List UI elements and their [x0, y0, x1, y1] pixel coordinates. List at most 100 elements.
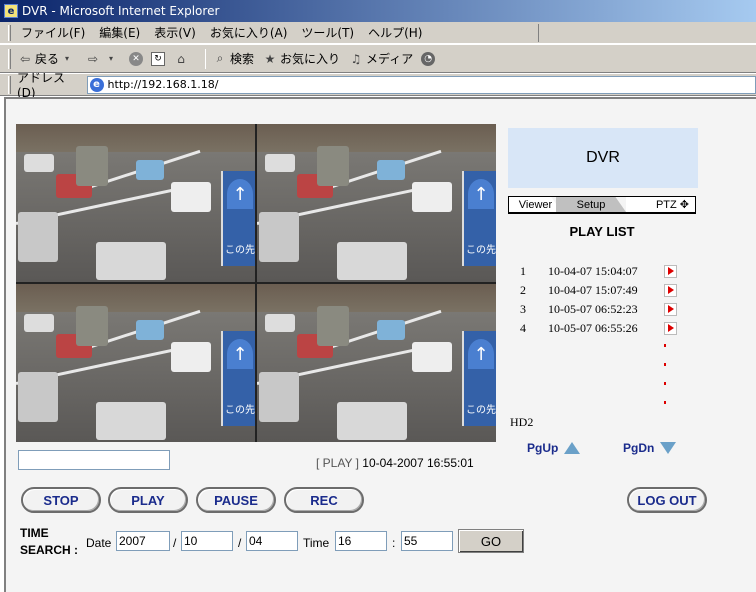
media-button[interactable]: ♫ メディア: [348, 50, 414, 67]
tab-setup[interactable]: Setup: [556, 197, 626, 212]
play-icon: [667, 267, 674, 275]
media-label: メディア: [366, 52, 414, 66]
menu-favorites[interactable]: お気に入り(A): [210, 24, 288, 41]
playlist-number: 3: [520, 301, 526, 316]
toolbar-separator: [205, 48, 207, 69]
time-label: Time: [303, 536, 330, 550]
time-search-label-line2: SEARCH :: [20, 543, 79, 557]
stop-load-button[interactable]: ✕: [129, 51, 144, 66]
address-bar: アドレス(D) e http://192.168.1.18/: [0, 71, 756, 100]
empty-slot-marker: [664, 363, 666, 366]
triangle-up-icon: [564, 442, 581, 454]
play-icon: [667, 324, 674, 332]
playlist-title: PLAY LIST: [569, 224, 635, 239]
playback-status: [ PLAY ] 10-04-2007 16:55:01: [316, 456, 474, 470]
time-separator: :: [392, 536, 396, 550]
time-search-label: TIME SEARCH :: [20, 525, 78, 559]
window-title: DVR - Microsoft Internet Explorer: [22, 4, 220, 18]
camera-view-4[interactable]: ↑ この先: [257, 284, 496, 442]
camera-grid[interactable]: ↑ この先 ↑ この先 ↑ この先 ↑ この先: [16, 124, 496, 442]
month-input[interactable]: 10: [181, 531, 233, 551]
pause-button[interactable]: PAUSE: [196, 487, 276, 513]
favorites-label: お気に入り: [280, 52, 341, 66]
camera-view-3[interactable]: ↑ この先: [16, 284, 255, 442]
day-input[interactable]: 04: [246, 531, 298, 551]
history-icon: ◔: [421, 51, 436, 66]
stop-button[interactable]: STOP: [21, 487, 101, 513]
playlist-row: 4 10-05-07 06:55:26: [520, 320, 677, 336]
empty-slot-marker: [664, 382, 666, 385]
refresh-button[interactable]: ↻: [151, 51, 166, 66]
menu-view[interactable]: 表示(V): [154, 24, 196, 41]
playlist-row: 2 10-04-07 15:07:49: [520, 282, 677, 298]
date-separator: /: [238, 536, 242, 550]
playlist-number: 4: [520, 320, 526, 335]
search-button[interactable]: ⌕ 検索: [212, 50, 254, 67]
playlist-number: 1: [520, 263, 526, 278]
play-clip-button[interactable]: [664, 302, 677, 316]
ie-app-icon: e: [4, 4, 18, 18]
empty-slot-marker: [664, 401, 666, 404]
history-button[interactable]: ◔: [421, 51, 436, 66]
playlist-row: 3 10-05-07 06:52:23: [520, 301, 677, 317]
dvr-title-box: DVR: [508, 128, 698, 188]
camera-sign-text: この先: [466, 405, 496, 417]
play-clip-button[interactable]: [664, 283, 677, 297]
camera-sign-text: この先: [225, 245, 255, 257]
dropdown-arrow-icon: ▾: [65, 54, 70, 63]
back-arrow-icon: ⇦: [19, 51, 31, 66]
disk-label: HD2: [510, 415, 534, 429]
logout-button[interactable]: LOG OUT: [627, 487, 707, 513]
page-down-button[interactable]: PgDn: [623, 441, 677, 455]
back-button[interactable]: ⇦ 戻る ▾: [17, 50, 77, 67]
playback-state: [ PLAY ]: [316, 456, 359, 470]
menu-edit[interactable]: 編集(E): [99, 24, 140, 41]
hour-input[interactable]: 16: [335, 531, 387, 551]
camera-view-1[interactable]: ↑ この先: [16, 124, 255, 282]
camera-view-2[interactable]: ↑ この先: [257, 124, 496, 282]
page-up-label: PgUp: [527, 441, 559, 455]
menu-empty-area: [538, 24, 754, 42]
address-input[interactable]: e http://192.168.1.18/: [86, 75, 756, 94]
play-icon: [667, 286, 674, 294]
message-field[interactable]: [18, 450, 170, 470]
go-button[interactable]: GO: [458, 529, 524, 553]
forward-button[interactable]: ⇨ ▾: [85, 51, 121, 67]
dvr-tabs: Viewer Setup PTZ ✥: [508, 196, 696, 214]
camera-sign-text: この先: [466, 245, 496, 257]
home-button[interactable]: ⌂: [173, 51, 191, 67]
play-clip-button[interactable]: [664, 264, 677, 278]
page-down-label: PgDn: [623, 441, 655, 455]
dropdown-arrow-icon: ▾: [109, 54, 114, 63]
date-label: Date: [86, 536, 112, 550]
playlist-timestamp: 10-05-07 06:55:26: [548, 320, 638, 335]
refresh-icon: ↻: [151, 51, 166, 66]
play-clip-button[interactable]: [664, 321, 677, 335]
menu-tools[interactable]: ツール(T): [301, 24, 354, 41]
menu-help[interactable]: ヘルプ(H): [368, 24, 422, 41]
minute-input[interactable]: 55: [401, 531, 453, 551]
stop-x-icon: ✕: [129, 51, 144, 66]
toolbar-grip: [8, 48, 11, 69]
tab-viewer[interactable]: Viewer: [508, 197, 562, 212]
year-input[interactable]: 2007: [116, 531, 170, 551]
favorites-button[interactable]: ★ お気に入り: [262, 50, 340, 67]
window-title-bar: e DVR - Microsoft Internet Explorer: [0, 0, 756, 22]
playlist-number: 2: [520, 282, 526, 297]
tab-ptz[interactable]: PTZ ✥: [626, 197, 696, 212]
search-icon: ⌕: [216, 51, 224, 65]
camera-sign-text: この先: [225, 405, 255, 417]
menu-bar: ファイル(F) 編集(E) 表示(V) お気に入り(A) ツール(T) ヘルプ(…: [0, 22, 756, 44]
playlist-timestamp: 10-04-07 15:04:07: [548, 263, 638, 278]
page-up-button[interactable]: PgUp: [527, 441, 581, 455]
address-label: アドレス(D): [16, 71, 65, 100]
menu-grip: [8, 24, 11, 41]
forward-arrow-icon: ⇨: [87, 51, 99, 66]
page-icon: e: [89, 77, 104, 92]
menu-file[interactable]: ファイル(F): [21, 24, 85, 41]
play-icon: [667, 305, 674, 313]
search-label: 検索: [230, 52, 255, 66]
play-button[interactable]: PLAY: [108, 487, 188, 513]
rec-button[interactable]: REC: [284, 487, 364, 513]
address-grip: [8, 75, 11, 94]
